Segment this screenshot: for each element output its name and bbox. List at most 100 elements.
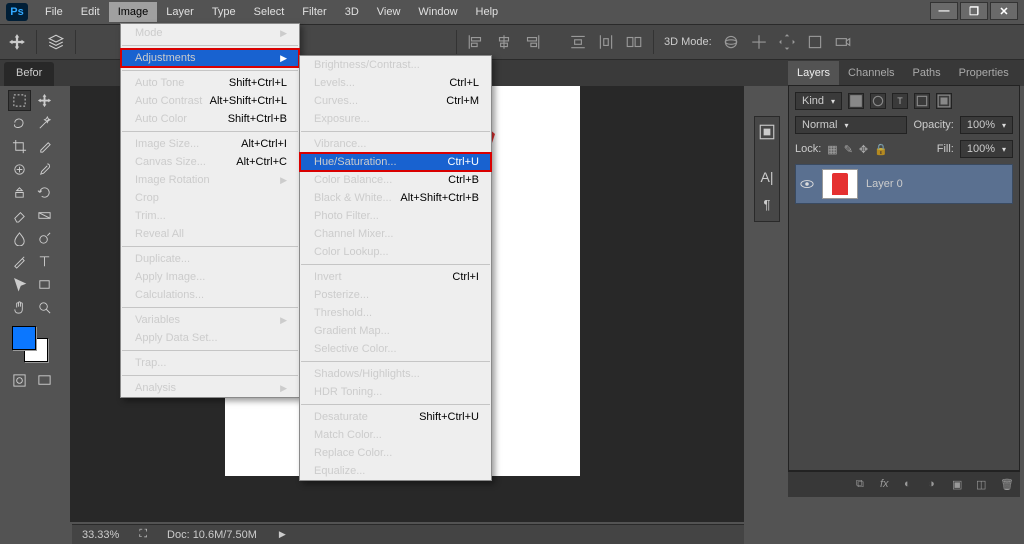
menu-type[interactable]: Type [203, 2, 245, 22]
menu-item-image-rotation[interactable]: Image Rotation▶ [121, 171, 299, 189]
menu-filter[interactable]: Filter [293, 2, 335, 22]
dodge-tool[interactable] [33, 228, 56, 249]
history-panel-icon[interactable] [758, 123, 776, 141]
eyedropper-tool[interactable] [33, 136, 56, 157]
minimize-button[interactable]: — [930, 2, 958, 20]
lock-position-icon[interactable]: ✥ [859, 143, 868, 156]
screen-mode-icon[interactable] [33, 370, 56, 391]
menu-item-shadows-highlights[interactable]: Shadows/Highlights... [300, 365, 491, 383]
menu-item-equalize[interactable]: Equalize... [300, 462, 491, 480]
menu-item-crop[interactable]: Crop [121, 189, 299, 207]
menu-view[interactable]: View [368, 2, 410, 22]
menu-item-levels[interactable]: Levels...Ctrl+L [300, 74, 491, 92]
group-icon[interactable]: ▣ [952, 478, 966, 492]
clone-stamp-tool[interactable] [8, 182, 31, 203]
menu-item-desaturate[interactable]: DesaturateShift+Ctrl+U [300, 408, 491, 426]
align-right-icon[interactable] [523, 33, 541, 51]
new-layer-icon[interactable]: ◫ [976, 478, 990, 492]
mask-icon[interactable]: ◐ [904, 478, 918, 492]
delete-layer-icon[interactable]: 🗑 [1000, 478, 1014, 492]
menu-item-auto-contrast[interactable]: Auto ContrastAlt+Shift+Ctrl+L [121, 92, 299, 110]
layer-filter-kind[interactable]: Kind [795, 92, 842, 110]
menu-item-mode[interactable]: Mode▶ [121, 24, 299, 42]
menu-item-trim[interactable]: Trim... [121, 207, 299, 225]
lock-transparency-icon[interactable]: ▦ [827, 143, 837, 156]
paragraph-panel-icon[interactable]: ¶ [758, 197, 776, 215]
pen-tool[interactable] [8, 251, 31, 272]
3d-move-icon[interactable] [778, 33, 796, 51]
menu-item-color-lookup[interactable]: Color Lookup... [300, 243, 491, 261]
menu-item-variables[interactable]: Variables▶ [121, 311, 299, 329]
align-center-icon[interactable] [495, 33, 513, 51]
menu-file[interactable]: File [36, 2, 72, 22]
menu-edit[interactable]: Edit [72, 2, 109, 22]
lock-all-icon[interactable]: 🔒 [874, 143, 888, 156]
color-swatches[interactable] [8, 324, 52, 364]
align-left-icon[interactable] [467, 33, 485, 51]
lasso-tool[interactable] [8, 113, 31, 134]
close-button[interactable]: ✕ [990, 2, 1018, 20]
menu-item-hue-saturation[interactable]: Hue/Saturation...Ctrl+U [300, 153, 491, 171]
3d-orbit-icon[interactable] [722, 33, 740, 51]
fx-icon[interactable]: fx [880, 478, 894, 492]
3d-scale-icon[interactable] [806, 33, 824, 51]
menu-item-channel-mixer[interactable]: Channel Mixer... [300, 225, 491, 243]
blur-tool[interactable] [8, 228, 31, 249]
history-brush-tool[interactable] [33, 182, 56, 203]
menu-item-analysis[interactable]: Analysis▶ [121, 379, 299, 397]
filter-shape-icon[interactable] [914, 93, 930, 109]
filter-type-icon[interactable]: T [892, 93, 908, 109]
magic-wand-tool[interactable] [33, 113, 56, 134]
3d-camera-icon[interactable] [834, 33, 852, 51]
layer-row[interactable]: Layer 0 [795, 164, 1013, 204]
menu-item-exposure[interactable]: Exposure... [300, 110, 491, 128]
menu-item-match-color[interactable]: Match Color... [300, 426, 491, 444]
path-select-tool[interactable] [8, 274, 31, 295]
doc-size[interactable]: Doc: 10.6M/7.50M [167, 529, 257, 541]
menu-item-auto-color[interactable]: Auto ColorShift+Ctrl+B [121, 110, 299, 128]
menu-item-color-balance[interactable]: Color Balance...Ctrl+B [300, 171, 491, 189]
filter-adjust-icon[interactable] [870, 93, 886, 109]
menu-item-brightness-contrast[interactable]: Brightness/Contrast... [300, 56, 491, 74]
auto-align-icon[interactable] [625, 33, 643, 51]
menu-item-replace-color[interactable]: Replace Color... [300, 444, 491, 462]
panel-tab-layers[interactable]: Layers [788, 61, 839, 85]
opacity-value[interactable]: 100% [960, 116, 1013, 134]
menu-item-posterize[interactable]: Posterize... [300, 286, 491, 304]
document-tab[interactable]: Befor [4, 62, 54, 86]
filter-pixel-icon[interactable] [848, 93, 864, 109]
quick-mask-icon[interactable] [8, 370, 31, 391]
menu-item-photo-filter[interactable]: Photo Filter... [300, 207, 491, 225]
menu-item-canvas-size[interactable]: Canvas Size...Alt+Ctrl+C [121, 153, 299, 171]
menu-item-apply-image[interactable]: Apply Image... [121, 268, 299, 286]
menu-item-calculations[interactable]: Calculations... [121, 286, 299, 304]
menu-item-vibrance[interactable]: Vibrance... [300, 135, 491, 153]
character-panel-icon[interactable]: A| [758, 169, 776, 187]
menu-layer[interactable]: Layer [157, 2, 203, 22]
menu-3d[interactable]: 3D [336, 2, 368, 22]
maximize-button[interactable]: ❐ [960, 2, 988, 20]
zoom-level[interactable]: 33.33% [82, 529, 119, 541]
foreground-color-swatch[interactable] [12, 326, 36, 350]
menu-select[interactable]: Select [245, 2, 294, 22]
layer-name[interactable]: Layer 0 [866, 178, 903, 190]
expand-icon[interactable]: ⛶ [139, 528, 147, 541]
distribute-h-icon[interactable] [569, 33, 587, 51]
rect-marquee-tool[interactable] [8, 90, 31, 111]
crop-tool[interactable] [8, 136, 31, 157]
link-layers-icon[interactable]: ⧉ [856, 478, 870, 492]
menu-item-duplicate[interactable]: Duplicate... [121, 250, 299, 268]
gradient-tool[interactable] [33, 205, 56, 226]
layer-thumbnail[interactable] [822, 169, 858, 199]
panel-tab-properties[interactable]: Properties [950, 61, 1018, 85]
zoom-tool[interactable] [33, 297, 56, 318]
brush-tool[interactable] [33, 159, 56, 180]
spot-heal-tool[interactable] [8, 159, 31, 180]
filter-smart-icon[interactable] [936, 93, 952, 109]
menu-item-curves[interactable]: Curves...Ctrl+M [300, 92, 491, 110]
menu-item-selective-color[interactable]: Selective Color... [300, 340, 491, 358]
lock-pixels-icon[interactable]: ✎ [844, 143, 853, 156]
hand-tool[interactable] [8, 297, 31, 318]
panel-tab-channels[interactable]: Channels [839, 61, 903, 85]
distribute-v-icon[interactable] [597, 33, 615, 51]
